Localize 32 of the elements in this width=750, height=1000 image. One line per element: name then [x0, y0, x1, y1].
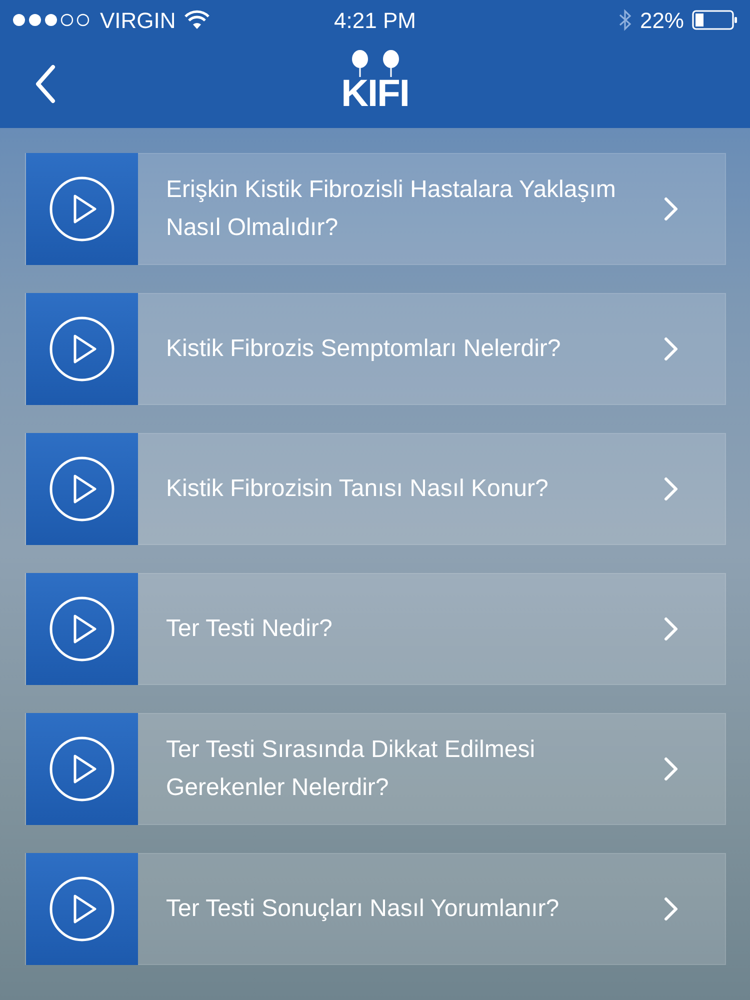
video-list-item[interactable]: Kistik Fibrozis Semptomları Nelerdir?	[25, 293, 726, 405]
video-list-item[interactable]: Ter Testi Sırasında Dikkat Edilmesi Gerekenler Nelerdir?	[25, 713, 726, 825]
video-title: Ter Testi Sonuçları Nasıl Yorumlanır?	[166, 894, 560, 924]
bluetooth-icon	[618, 8, 632, 32]
chevron-right-icon	[664, 197, 678, 221]
battery-icon	[692, 10, 738, 30]
chevron-right-icon	[664, 477, 678, 501]
play-icon	[49, 316, 115, 382]
video-list-item[interactable]: Ter Testi Nedir?	[25, 573, 726, 685]
video-title: Erişkin Kistik Fibrozisli Hastalara Yaklaşım Nasıl Olmalıdır?	[166, 175, 617, 243]
battery-percent: 22%	[640, 6, 684, 34]
video-list-item[interactable]: Ter Testi Sonuçları Nasıl Yorumlanır?	[25, 853, 726, 965]
wifi-icon	[184, 10, 210, 30]
video-list-item[interactable]: Kistik Fibrozisin Tanısı Nasıl Konur?	[25, 433, 726, 545]
play-icon	[49, 736, 115, 802]
carrier-name: VIRGIN	[100, 6, 176, 34]
chevron-right-icon	[664, 337, 678, 361]
video-title: Kistik Fibrozis Semptomları Nelerdir?	[166, 334, 562, 364]
chevron-right-icon	[664, 757, 678, 781]
signal-icon	[12, 13, 92, 27]
clock-time: 4:21 PM	[334, 6, 416, 34]
play-icon	[49, 176, 115, 242]
chevron-right-icon	[664, 617, 678, 641]
video-list-item[interactable]: Erişkin Kistik Fibrozisli Hastalara Yaklaşım Nasıl Olmalıdır?	[25, 153, 726, 265]
video-title: Kistik Fibrozisin Tanısı Nasıl Konur?	[166, 474, 550, 504]
video-title: Ter Testi Nedir?	[166, 614, 334, 644]
play-icon	[49, 596, 115, 662]
play-icon	[49, 876, 115, 942]
play-icon	[49, 456, 115, 522]
video-title: Ter Testi Sırasında Dikkat Edilmesi Gerekenler Nelerdir?	[166, 735, 536, 803]
app-logo: KIFI	[340, 50, 410, 112]
chevron-right-icon	[664, 897, 678, 921]
